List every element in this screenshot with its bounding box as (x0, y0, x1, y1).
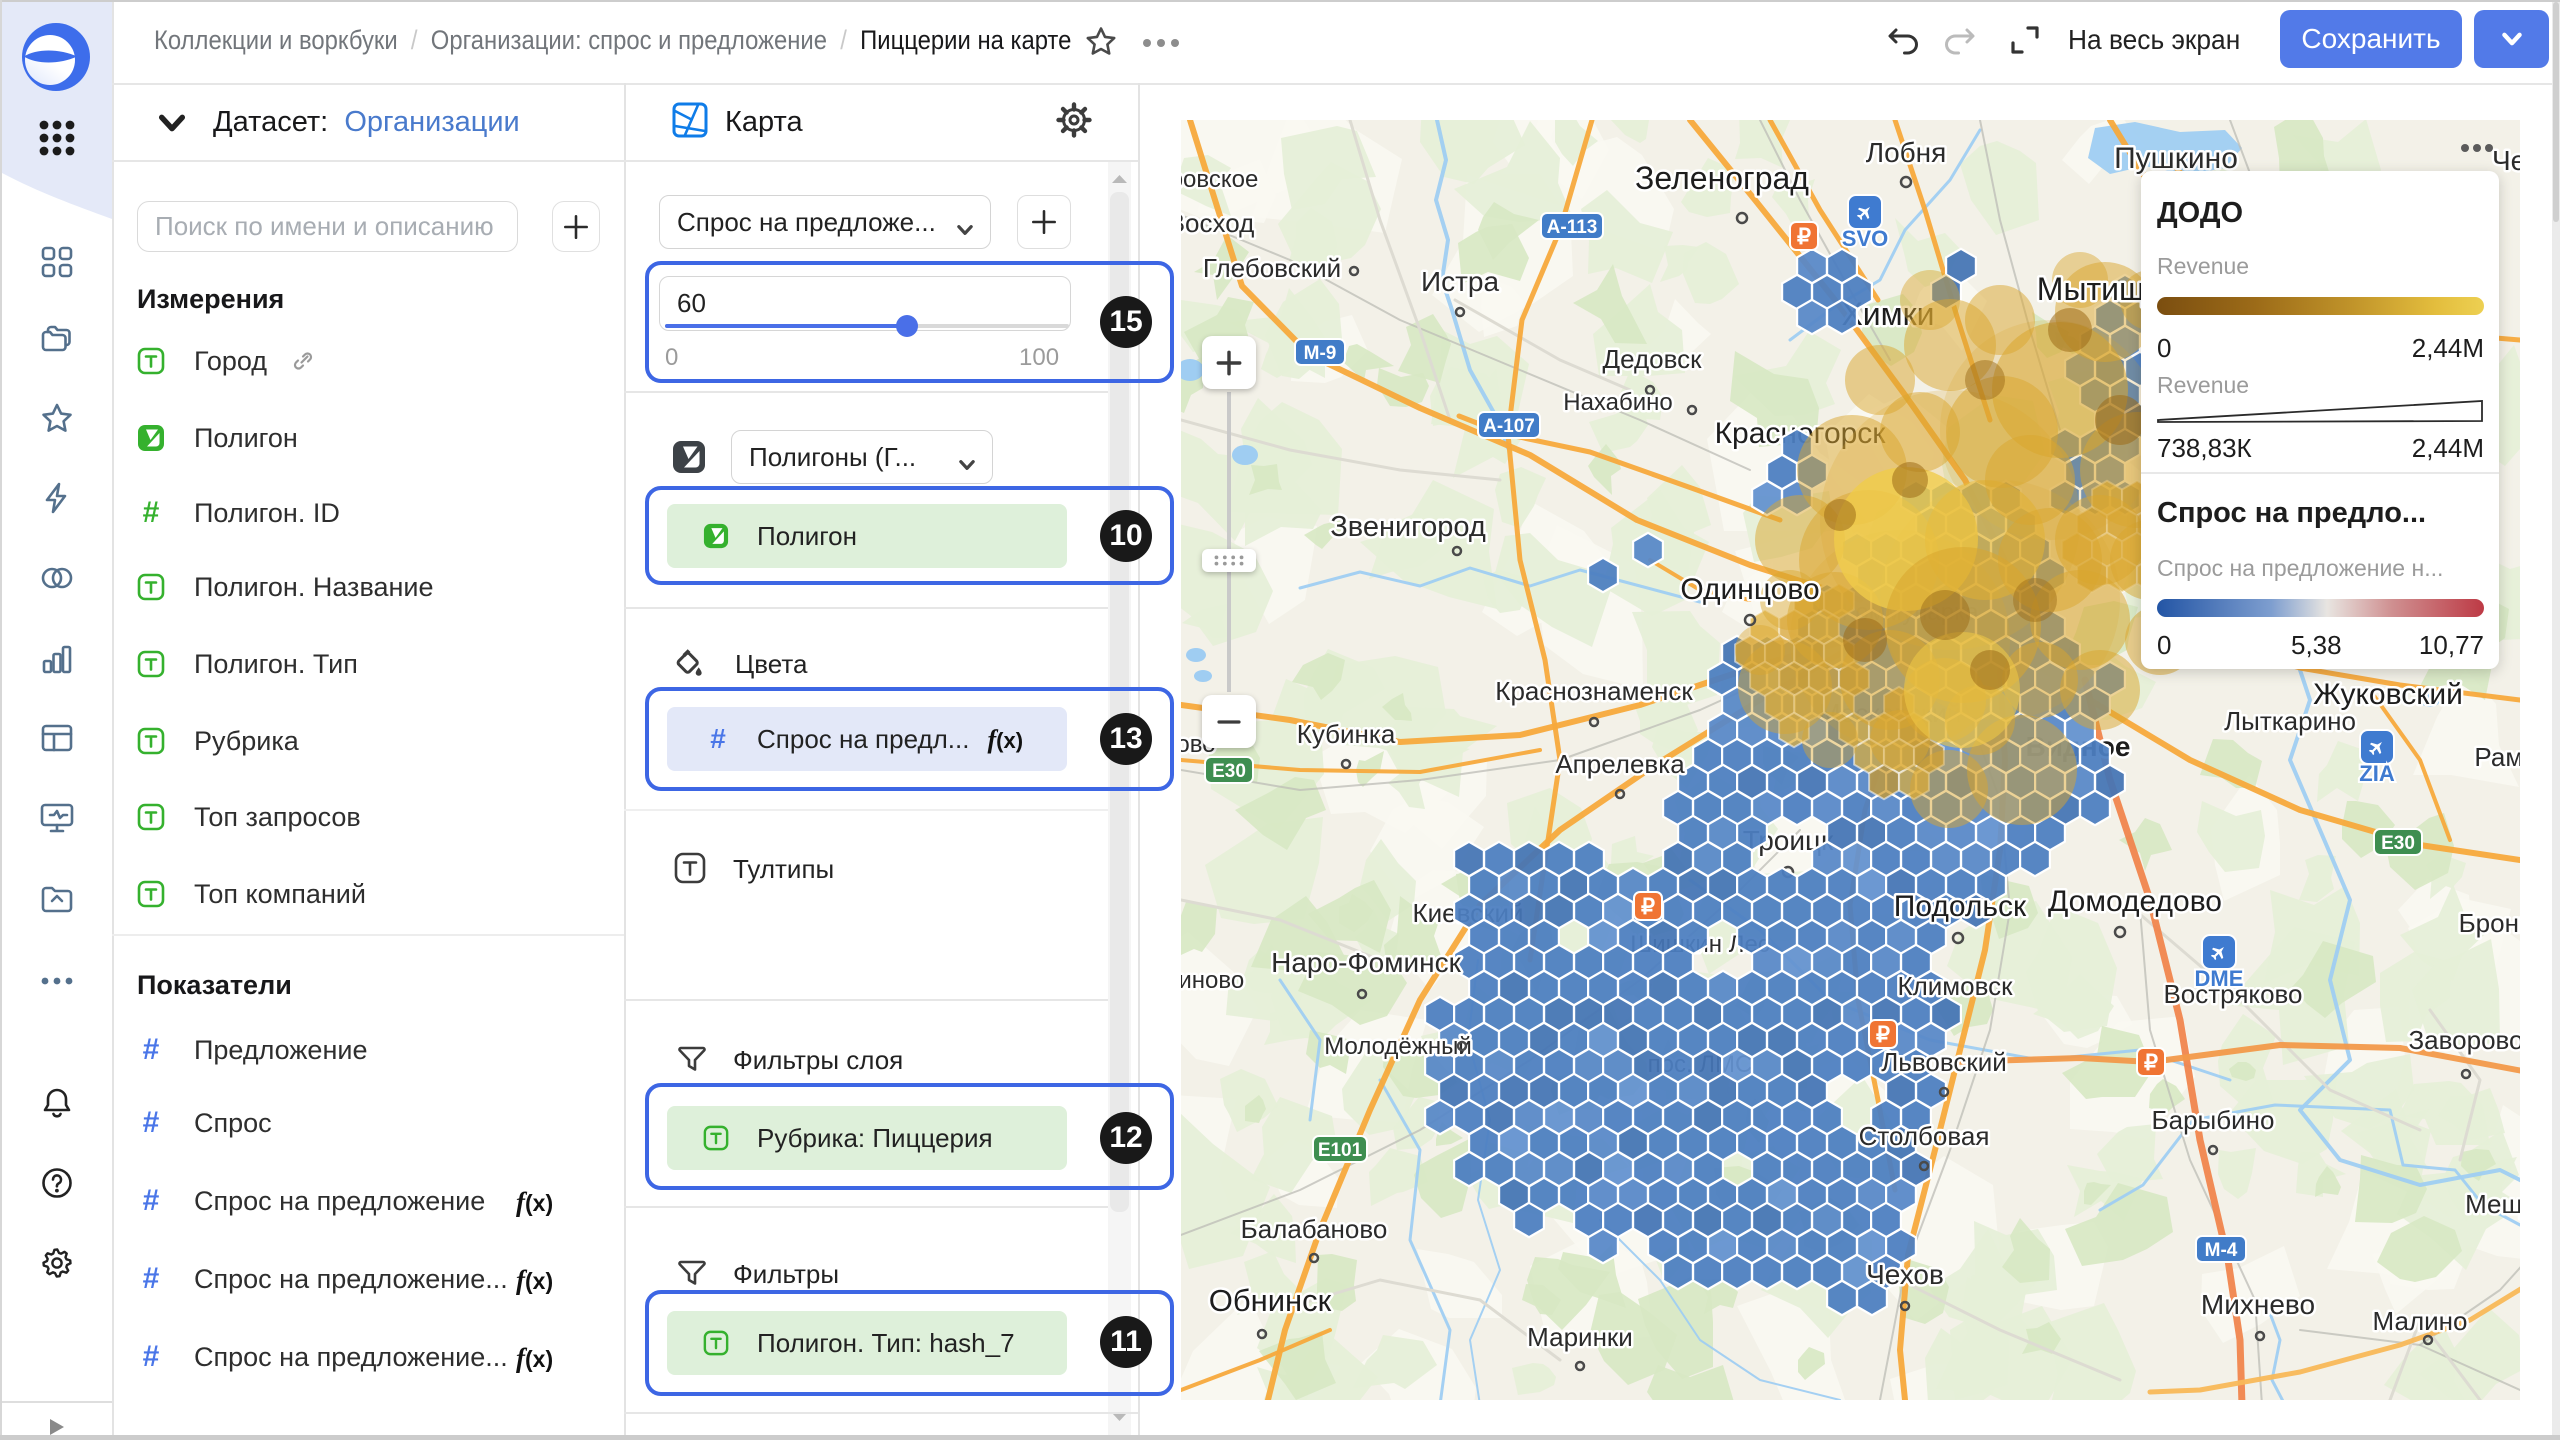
svg-text:ровское: ровское (1181, 166, 1258, 193)
svg-text:Подольск: Подольск (1894, 890, 2027, 923)
svg-text:SVO: SVO (1842, 226, 1888, 251)
svg-text:₽: ₽ (1797, 224, 1811, 249)
svg-text:А-107: А-107 (1483, 416, 1535, 437)
svg-text:Краснознаменск: Краснознаменск (1495, 676, 1693, 706)
svg-text:Звенигород: Звенигород (1330, 511, 1486, 543)
svg-text:Черного: Черного (2492, 145, 2520, 176)
svg-text:Столбовая: Столбовая (1859, 1121, 1990, 1151)
svg-text:Восход: Восход (1181, 208, 1254, 238)
svg-text:Бронницы: Бронницы (2459, 908, 2520, 938)
svg-text:Лобня: Лобня (1866, 137, 1947, 168)
svg-text:Жуковский: Жуковский (2313, 678, 2463, 711)
svg-text:Малино: Малино (2373, 1306, 2468, 1336)
svg-text:Обнинск: Обнинск (1209, 1283, 1332, 1318)
svg-text:Нахабино: Нахабино (1563, 389, 1673, 416)
svg-text:E101: E101 (1318, 1140, 1363, 1161)
svg-text:М-4: М-4 (2205, 1240, 2238, 1261)
svg-text:Михнево: Михнево (2201, 1289, 2315, 1320)
svg-text:Одинцово: Одинцово (1680, 573, 1819, 606)
svg-text:А-113: А-113 (1547, 217, 1598, 238)
svg-text:₽: ₽ (1641, 894, 1655, 919)
svg-text:₽: ₽ (1876, 1022, 1890, 1047)
svg-text:ZIA: ZIA (2359, 761, 2395, 786)
svg-text:Барыбино: Барыбино (2152, 1105, 2275, 1135)
svg-text:Чехов: Чехов (1866, 1259, 1944, 1290)
svg-text:Маринки: Маринки (1527, 1322, 1633, 1352)
svg-text:Глебовский: Глебовский (1203, 253, 1341, 283)
svg-text:Кубинка: Кубинка (1297, 719, 1396, 749)
svg-text:Молодёжный: Молодёжный (1324, 1033, 1472, 1060)
svg-text:DME: DME (2195, 966, 2244, 991)
svg-text:Наро-Фоминск: Наро-Фоминск (1271, 947, 1461, 978)
svg-text:чиново: чиново (1181, 967, 1244, 994)
svg-text:Балабаново: Балабаново (1241, 1214, 1388, 1244)
svg-text:E30: E30 (1212, 761, 1246, 782)
svg-text:Заворово: Заворово (2408, 1025, 2520, 1055)
svg-text:Дедовск: Дедовск (1602, 344, 1702, 374)
svg-text:Апрелевка: Апрелевка (1555, 749, 1685, 779)
svg-text:₽: ₽ (2144, 1050, 2158, 1075)
svg-text:Львовский: Львовский (1881, 1047, 2007, 1077)
svg-text:М-9: М-9 (1304, 343, 1337, 364)
svg-text:Климовск: Климовск (1897, 971, 2013, 1001)
svg-text:Мещерино: Мещерино (2465, 1189, 2520, 1219)
svg-text:Зеленоград: Зеленоград (1635, 160, 1809, 196)
svg-text:E30: E30 (2381, 833, 2415, 854)
svg-text:Раменское: Раменское (2474, 742, 2520, 772)
svg-text:Домодедово: Домодедово (2048, 885, 2222, 918)
svg-text:Истра: Истра (1421, 266, 1500, 297)
